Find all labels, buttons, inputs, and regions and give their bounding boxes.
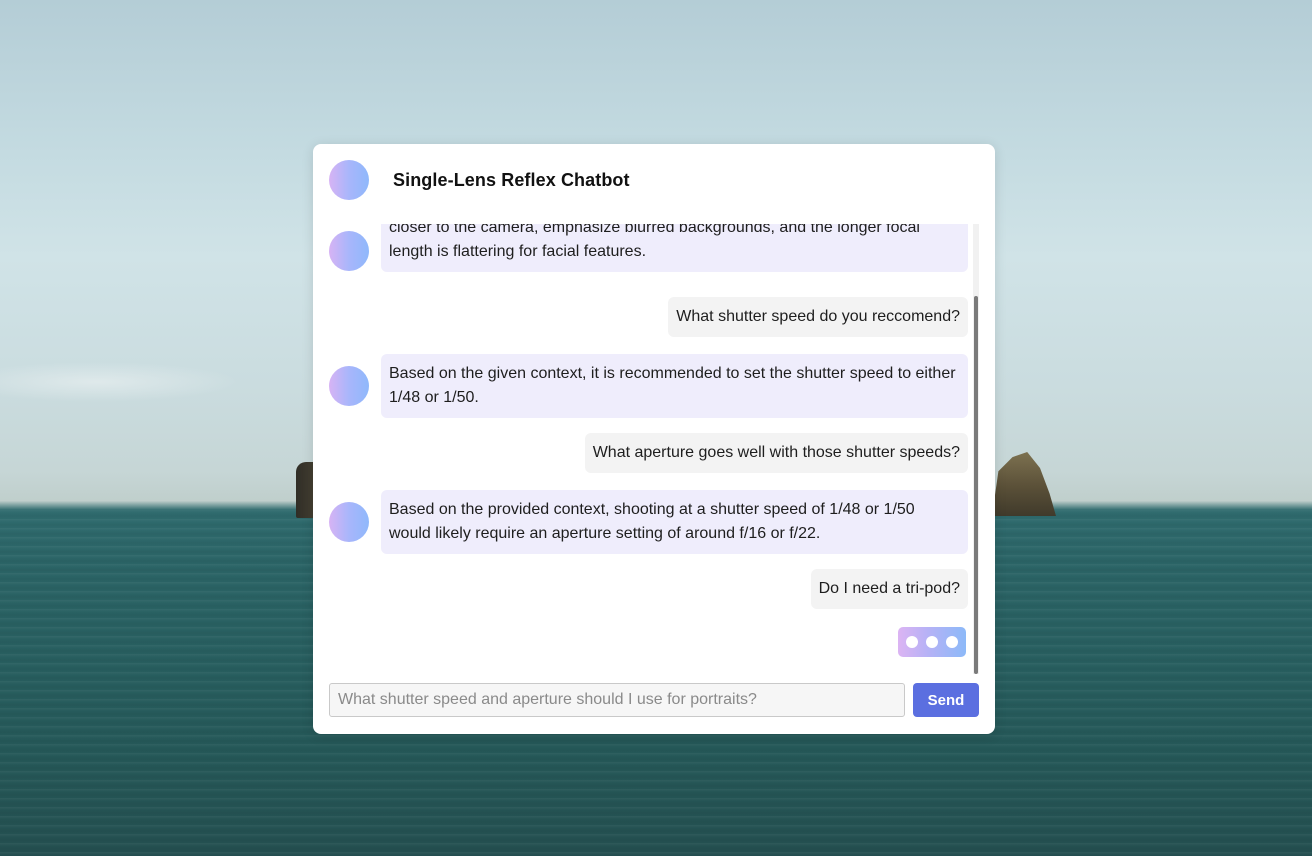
- bot-avatar-icon: [329, 366, 369, 406]
- bot-message: Based on the provided context, shooting …: [329, 490, 968, 554]
- bot-avatar-icon: [329, 231, 369, 271]
- background-cloud: [0, 362, 240, 402]
- message-input[interactable]: [329, 683, 905, 717]
- bot-message-bubble: Based on the given context, it is recomm…: [381, 354, 968, 418]
- bot-avatar-icon: [329, 160, 369, 200]
- chat-header: Single-Lens Reflex Chatbot: [313, 144, 995, 216]
- bot-message-bubble: Based on the provided context, shooting …: [381, 490, 968, 554]
- chat-window: Single-Lens Reflex Chatbot closer to the…: [313, 144, 995, 734]
- bot-avatar-icon: [329, 502, 369, 542]
- typing-dot-icon: [946, 636, 958, 648]
- message-scrollbar-thumb[interactable]: [974, 296, 978, 674]
- user-message-bubble: Do I need a tri-pod?: [810, 569, 968, 609]
- user-message-bubble: What aperture goes well with those shutt…: [584, 433, 968, 473]
- send-button[interactable]: Send: [913, 683, 979, 717]
- composer: Send: [329, 683, 979, 717]
- typing-dot-icon: [926, 636, 938, 648]
- typing-dot-icon: [906, 636, 918, 648]
- bot-message: closer to the camera, emphasize blurred …: [329, 224, 968, 272]
- message-list[interactable]: closer to the camera, emphasize blurred …: [313, 224, 995, 674]
- chat-title: Single-Lens Reflex Chatbot: [393, 170, 630, 190]
- bot-message: Based on the given context, it is recomm…: [329, 354, 968, 418]
- typing-indicator-icon: [898, 627, 966, 657]
- background-rock-right: [992, 452, 1056, 516]
- user-message-bubble: What shutter speed do you reccomend?: [668, 297, 968, 337]
- bot-message-bubble: closer to the camera, emphasize blurred …: [381, 224, 968, 272]
